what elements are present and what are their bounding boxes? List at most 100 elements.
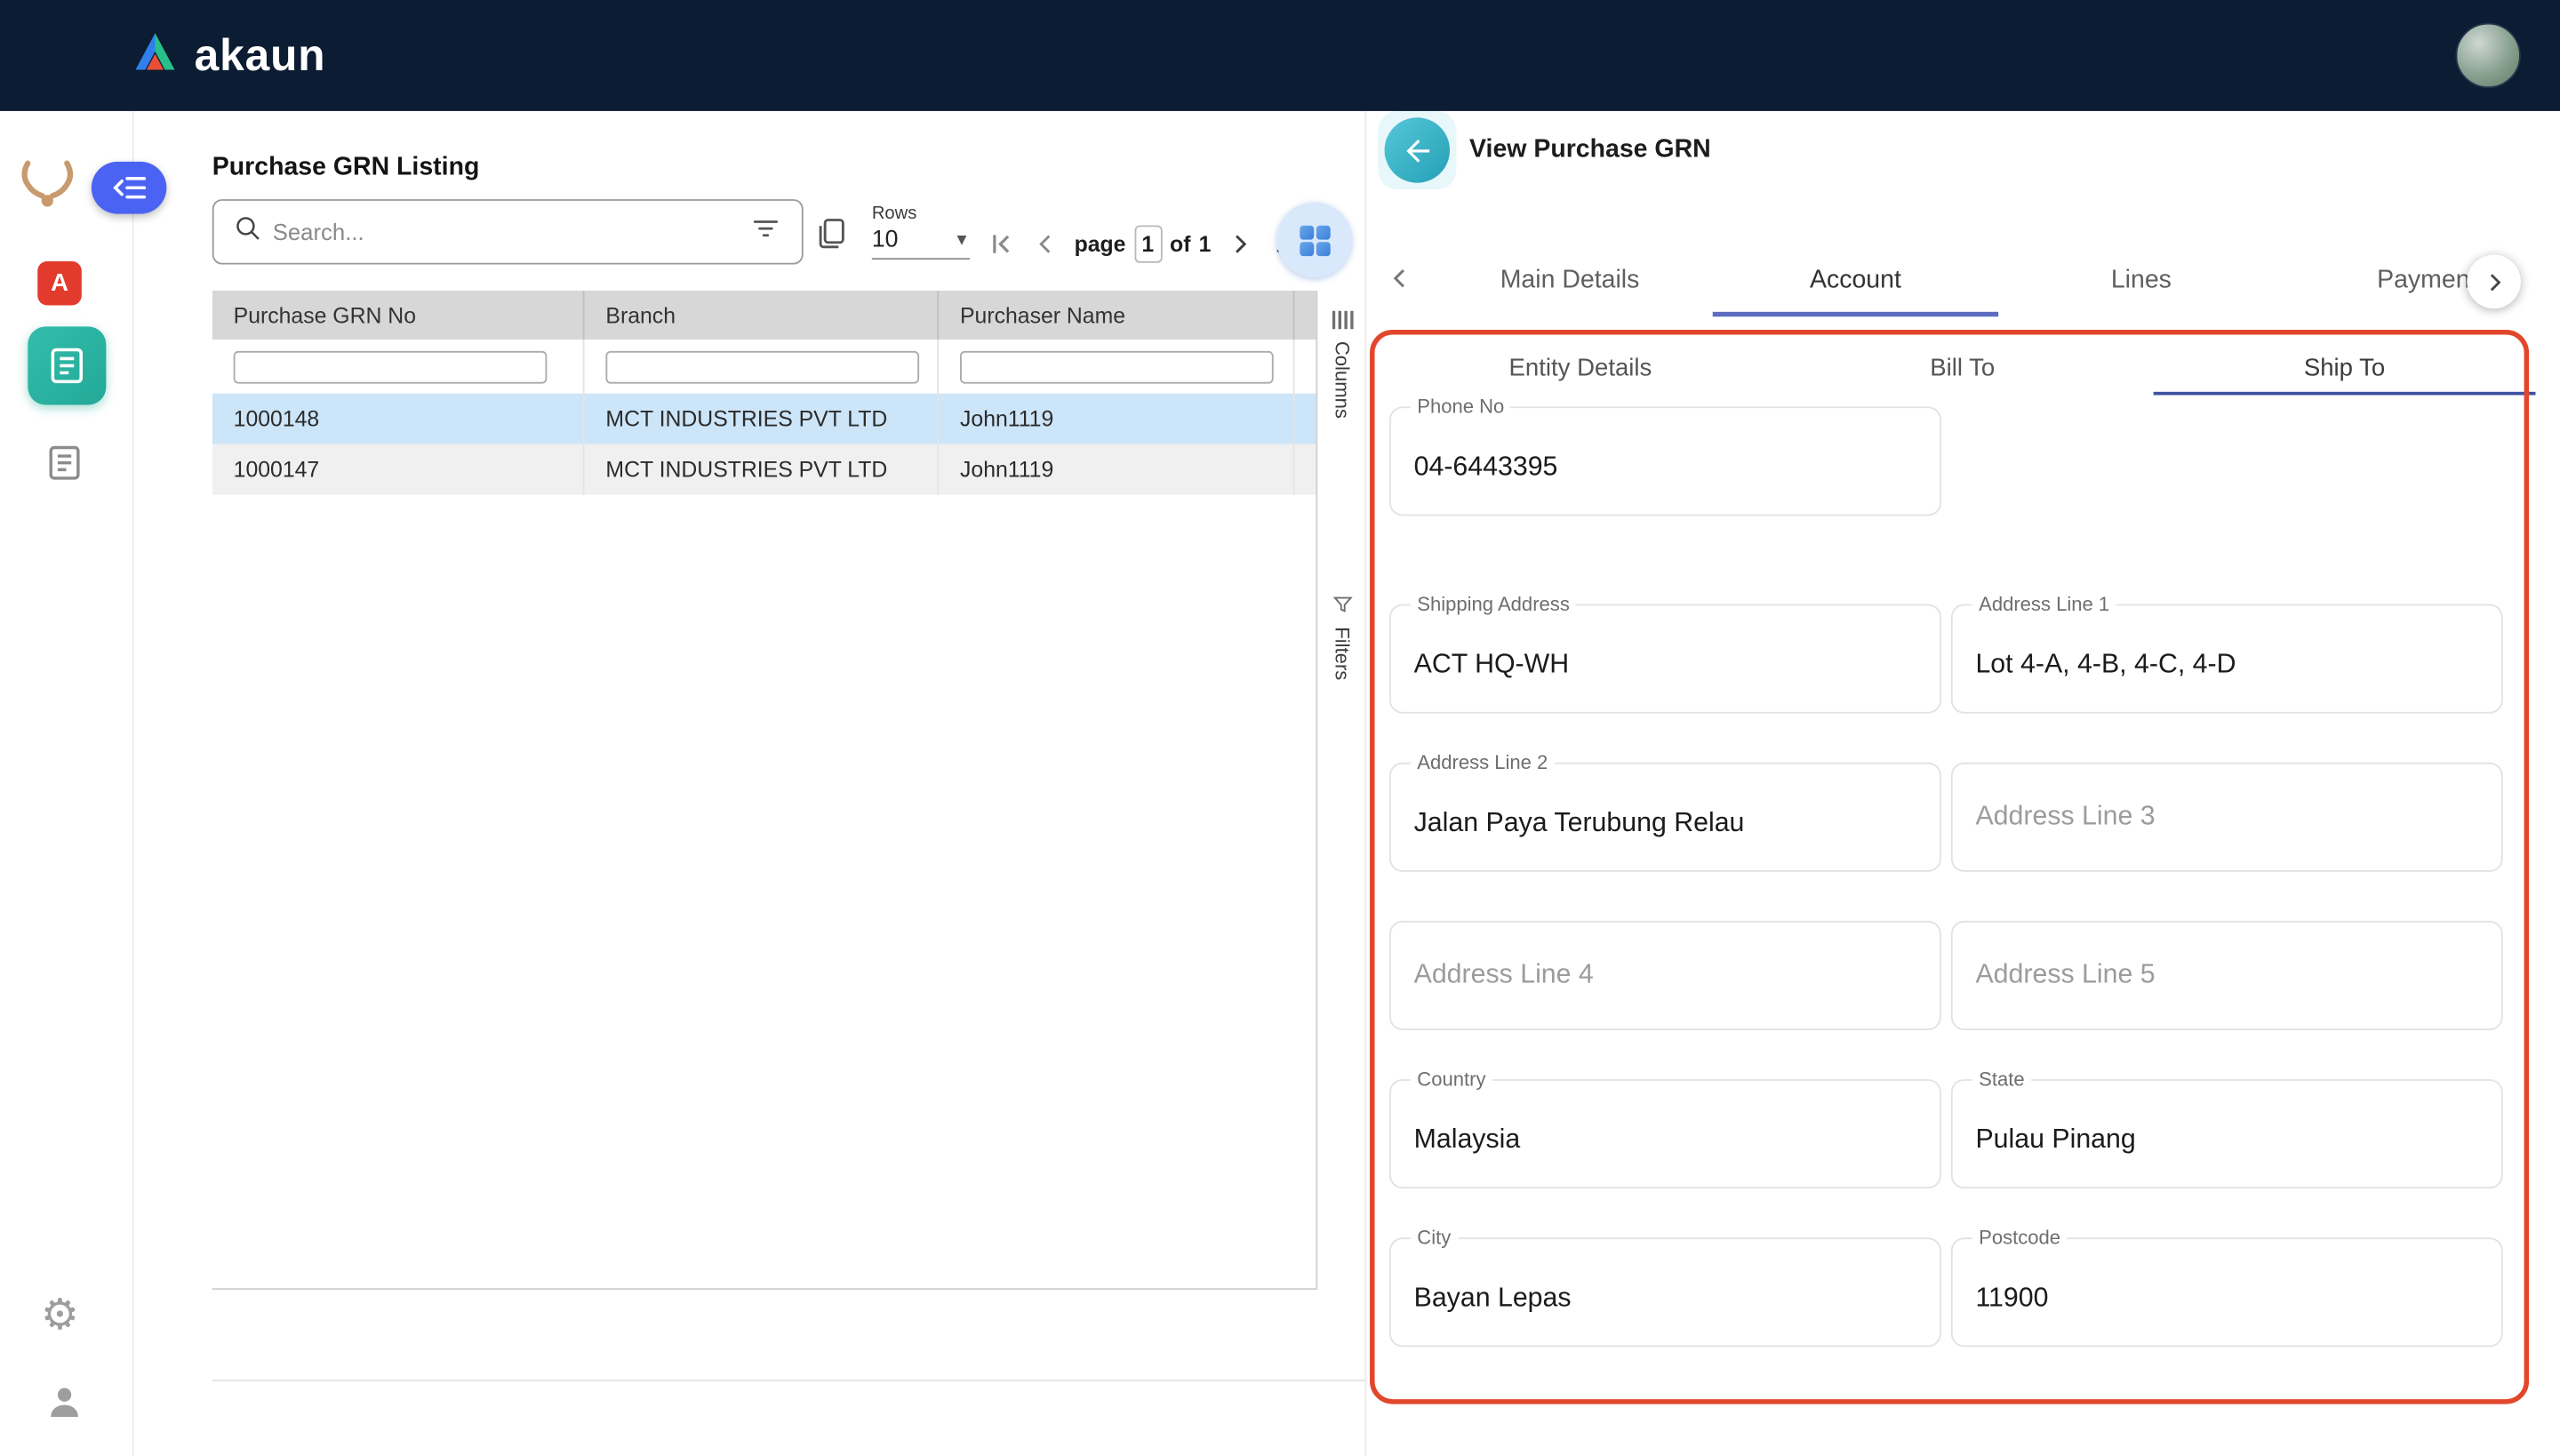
columns-icon (1331, 310, 1353, 330)
search-icon (234, 213, 263, 251)
filter-input-purchaser[interactable] (960, 349, 1274, 383)
col-header-grn-no[interactable]: Purchase GRN No (212, 290, 585, 340)
col-header-branch[interactable]: Branch (585, 290, 940, 340)
akaun-logo-icon (131, 29, 180, 82)
rows-label: Rows (871, 204, 917, 224)
field-value: Lot 4-A, 4-B, 4-C, 4-D (1975, 650, 2236, 680)
table-header-row: Purchase GRN No Branch Purchaser Name Up (212, 290, 1316, 340)
field-shipping-address[interactable]: Shipping Address ACT HQ-WH (1389, 592, 1941, 714)
view-purchase-grn-panel: View Purchase GRN Main Details Account L… (1364, 110, 2560, 1456)
field-label: Country (1410, 1068, 1492, 1092)
page-label: page (1074, 231, 1126, 257)
settings-gear-icon[interactable]: ⚙ (41, 1293, 79, 1336)
field-address-line-2[interactable]: Address Line 2 Jalan Paya Terubung Relau (1389, 750, 1941, 872)
filters-tool-label: Filters (1330, 627, 1354, 681)
field-label: State (1972, 1068, 2031, 1092)
field-label: Address Line 2 (1410, 750, 1555, 776)
menu-arrow-icon (112, 177, 146, 199)
field-phone-no[interactable]: Phone No 04-6443395 (1389, 395, 1941, 516)
cell-branch: MCT INDUSTRIES PVT LTD (585, 444, 940, 495)
field-address-line-5[interactable]: Address Line 5 (1950, 920, 2503, 1030)
rows-per-page-control: Rows 10 ▼ (871, 204, 971, 260)
table-row[interactable]: 1000147 MCT INDUSTRIES PVT LTD John1119 (212, 444, 1316, 495)
field-label: Shipping Address (1410, 592, 1577, 618)
field-placeholder: Address Line 4 (1413, 960, 1594, 990)
columns-tool[interactable]: Columns (1317, 310, 1366, 419)
next-page-button[interactable] (1226, 230, 1253, 258)
field-value: Pulau Pinang (1975, 1124, 2136, 1155)
field-value: 04-6443395 (1413, 452, 1558, 482)
field-label: Phone No (1410, 395, 1511, 420)
duplicate-pages-icon[interactable] (813, 215, 849, 260)
field-address-line-4[interactable]: Address Line 4 (1389, 920, 1941, 1030)
field-state[interactable]: State Pulau Pinang (1950, 1068, 2503, 1189)
brand-logo[interactable]: akaun (131, 29, 326, 82)
document-list-icon (51, 348, 84, 384)
field-value: Bayan Lepas (1413, 1283, 1572, 1313)
search-box (212, 199, 804, 265)
first-page-button[interactable] (986, 228, 1017, 260)
filter-input-grn-no[interactable] (233, 349, 548, 383)
tab-account[interactable]: Account (1712, 245, 1999, 317)
document-outline-icon (49, 445, 80, 480)
tab-lines[interactable]: Lines (1998, 245, 2284, 317)
back-button-halo (1378, 110, 1457, 190)
panel-divider (212, 1380, 1365, 1381)
grid-view-button[interactable] (1276, 202, 1352, 278)
columns-tool-label: Columns (1330, 340, 1354, 419)
of-label: of (1170, 231, 1191, 257)
page-indicator: page 1 of 1 (1074, 225, 1212, 263)
sidebar-collapse-toggle[interactable] (91, 161, 167, 214)
pdf-tool-icon[interactable]: A (37, 260, 82, 306)
search-input[interactable] (272, 219, 740, 245)
field-address-line-3[interactable]: Address Line 3 (1950, 762, 2503, 872)
col-header-purchaser[interactable]: Purchaser Name (939, 290, 1295, 340)
field-country[interactable]: Country Malaysia (1389, 1068, 1941, 1189)
page-input[interactable]: 1 (1133, 225, 1162, 263)
funnel-icon (1332, 596, 1352, 613)
purchase-grn-listing-panel: Purchase GRN Listing Rows (133, 110, 1366, 1456)
cell-grn-no: 1000148 (212, 393, 585, 444)
filters-tool[interactable]: Filters (1317, 595, 1366, 681)
rows-select[interactable]: 10 ▼ (871, 227, 971, 260)
back-button[interactable] (1384, 117, 1451, 183)
field-value: 11900 (1975, 1283, 2049, 1313)
cell-branch: MCT INDUSTRIES PVT LTD (585, 393, 940, 444)
tabs-scroll-left-icon[interactable] (1386, 265, 1413, 300)
filter-input-branch[interactable] (605, 349, 920, 383)
tabs-scroll-right-button[interactable] (2467, 254, 2521, 309)
top-navbar: akaun (0, 0, 2560, 111)
rows-value: 10 (871, 227, 899, 253)
field-address-line-1[interactable]: Address Line 1 Lot 4-A, 4-B, 4-C, 4-D (1950, 592, 2503, 714)
table-row[interactable]: 1000148 MCT INDUSTRIES PVT LTD John1119 (212, 393, 1316, 444)
cell-purchaser: John1119 (939, 393, 1295, 444)
cell-purchaser: John1119 (939, 444, 1295, 495)
tab-main-details[interactable]: Main Details (1427, 245, 1712, 317)
detail-title: View Purchase GRN (1469, 135, 1711, 164)
field-city[interactable]: City Bayan Lepas (1389, 1226, 1941, 1348)
ship-to-fields: Phone No 04-6443395 Shipping Address ACT… (1366, 385, 2560, 1456)
hands-module-icon[interactable] (16, 156, 78, 217)
col-header-updated[interactable]: Up (1295, 291, 1316, 340)
field-placeholder: Address Line 5 (1975, 960, 2156, 990)
field-label: Address Line 1 (1972, 592, 2116, 618)
account-person-icon[interactable] (44, 1381, 85, 1430)
total-pages: 1 (1198, 231, 1212, 257)
chevron-right-icon (2489, 273, 2500, 291)
field-placeholder: Address Line 3 (1975, 801, 2156, 831)
grn-table: Purchase GRN No Branch Purchaser Name Up… (212, 290, 1316, 1291)
chevron-down-icon: ▼ (953, 230, 971, 250)
pagination: page 1 of 1 (986, 225, 1299, 263)
grid-icon (1299, 224, 1330, 256)
detail-tabs: Main Details Account Lines Payment (1427, 245, 2524, 317)
field-value: Jalan Paya Terubung Relau (1413, 808, 1745, 838)
field-label: City (1410, 1226, 1458, 1251)
user-avatar[interactable] (2455, 22, 2521, 89)
brand-name: akaun (194, 29, 326, 80)
app-root: akaun A ⚙ Purchase GRN Listing Search...… (0, 0, 2560, 1456)
prev-page-button[interactable] (1032, 230, 1060, 258)
sidebar-item-listing-active[interactable] (28, 326, 107, 405)
sidebar-item-document[interactable] (44, 443, 85, 492)
field-postcode[interactable]: Postcode 11900 (1950, 1226, 2503, 1348)
filter-list-icon[interactable] (749, 212, 782, 252)
